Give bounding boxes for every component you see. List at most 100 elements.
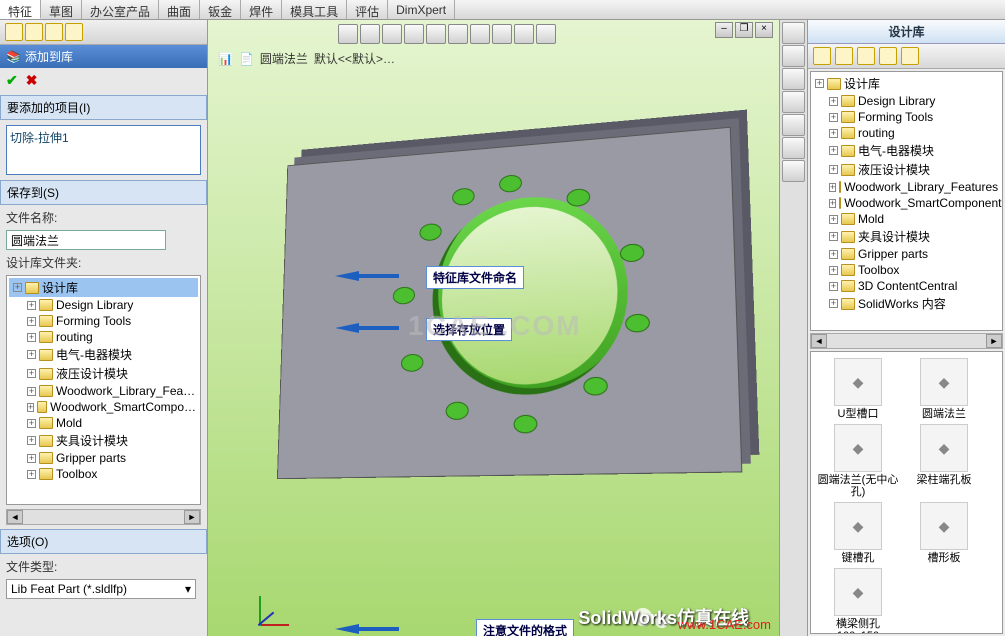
scroll-right-button[interactable]: ►: [184, 510, 200, 524]
section-view-button[interactable]: [404, 24, 424, 44]
expand-icon[interactable]: +: [829, 299, 838, 308]
expand-icon[interactable]: +: [27, 470, 36, 479]
window-close-button[interactable]: ×: [755, 22, 773, 38]
tree-item[interactable]: +routing: [9, 329, 198, 345]
scene-button[interactable]: [492, 24, 512, 44]
tree-item[interactable]: +Woodwork_Library_Fea…: [9, 383, 198, 399]
window-restore-button[interactable]: ❐: [735, 22, 753, 38]
zoom-area-button[interactable]: [360, 24, 380, 44]
expand-icon[interactable]: +: [829, 282, 838, 291]
tab-sheetmetal[interactable]: 钣金: [200, 0, 241, 19]
library-thumbnail[interactable]: ◆U型槽口: [817, 358, 899, 420]
expand-icon[interactable]: +: [829, 165, 838, 174]
library-thumbnail[interactable]: ◆梁柱端孔板: [903, 424, 985, 498]
expand-icon[interactable]: +: [13, 283, 22, 292]
expand-icon[interactable]: +: [27, 301, 36, 310]
tree-item[interactable]: +夹具设计模块: [9, 431, 198, 450]
tree-item[interactable]: +Forming Tools: [9, 313, 198, 329]
expand-icon[interactable]: +: [27, 454, 36, 463]
filetype-combo[interactable]: Lib Feat Part (*.sldlfp) ▾: [6, 579, 196, 599]
tree-item[interactable]: +液压设计模块: [813, 160, 1000, 179]
taskpane-appearances[interactable]: [782, 114, 805, 136]
folder-tree[interactable]: +设计库+Design Library+Forming Tools+routin…: [6, 275, 201, 505]
expand-icon[interactable]: +: [27, 317, 36, 326]
expand-icon[interactable]: +: [27, 333, 36, 342]
tree-item[interactable]: +Gripper parts: [9, 450, 198, 466]
cancel-button[interactable]: ✖: [26, 72, 38, 89]
breadcrumb[interactable]: 📊 📄 圆端法兰 默认<<默认>…: [218, 50, 395, 67]
pm-tab-2[interactable]: [25, 23, 43, 41]
tree-item[interactable]: +夹具设计模块: [813, 227, 1000, 246]
tab-features[interactable]: 特征: [0, 0, 41, 19]
tree-item[interactable]: +Woodwork_SmartCompo…: [9, 399, 198, 415]
dl-back-button[interactable]: [813, 47, 831, 65]
pm-tab-1[interactable]: [5, 23, 23, 41]
tree-item[interactable]: +Mold: [9, 415, 198, 431]
zoom-fit-button[interactable]: [338, 24, 358, 44]
expand-icon[interactable]: +: [829, 146, 838, 155]
expand-icon[interactable]: +: [829, 266, 838, 275]
tree-item[interactable]: +3D ContentCentral: [813, 278, 1000, 294]
tree-item[interactable]: +Mold: [813, 211, 1000, 227]
appearance-button[interactable]: [514, 24, 534, 44]
pm-tab-3[interactable]: [45, 23, 63, 41]
expand-icon[interactable]: +: [27, 403, 34, 412]
items-selection-box[interactable]: 切除-拉伸1: [6, 125, 201, 175]
tree-item[interactable]: +电气-电器模块: [813, 141, 1000, 160]
library-thumbnail[interactable]: ◆圆端法兰: [903, 358, 985, 420]
section-items[interactable]: 要添加的项目(I): [0, 95, 207, 120]
tree-item[interactable]: +routing: [813, 125, 1000, 141]
scroll-left-button[interactable]: ◄: [7, 510, 23, 524]
tree-item[interactable]: +电气-电器模块: [9, 345, 198, 364]
tree-item[interactable]: +Toolbox: [813, 262, 1000, 278]
window-minimize-button[interactable]: –: [715, 22, 733, 38]
taskpane-view-palette[interactable]: [782, 91, 805, 113]
library-thumbnail[interactable]: ◆圆端法兰(无中心孔): [817, 424, 899, 498]
view-orientation-button[interactable]: [426, 24, 446, 44]
taskpane-properties[interactable]: [782, 137, 805, 159]
tab-weldments[interactable]: 焊件: [241, 0, 282, 19]
tree-item[interactable]: +Gripper parts: [813, 246, 1000, 262]
scroll-right-button[interactable]: ►: [986, 334, 1002, 348]
taskpane-resources[interactable]: [782, 22, 805, 44]
ok-button[interactable]: ✔: [6, 72, 18, 89]
filename-input[interactable]: [6, 230, 166, 250]
taskpane-forum[interactable]: [782, 160, 805, 182]
expand-icon[interactable]: +: [829, 97, 838, 106]
dl-forward-button[interactable]: [835, 47, 853, 65]
library-thumbnail[interactable]: ◆槽形板: [903, 502, 985, 564]
tab-office[interactable]: 办公室产品: [82, 0, 159, 19]
dl-new-folder-button[interactable]: [879, 47, 897, 65]
expand-icon[interactable]: +: [829, 232, 838, 241]
dl-tree-hscroll[interactable]: ◄ ►: [810, 333, 1003, 349]
tree-item[interactable]: +Design Library: [9, 297, 198, 313]
tab-dimxpert[interactable]: DimXpert: [388, 0, 455, 19]
expand-icon[interactable]: +: [829, 113, 838, 122]
dl-refresh-button[interactable]: [901, 47, 919, 65]
design-library-tree[interactable]: +设计库+Design Library+Forming Tools+routin…: [810, 71, 1003, 331]
expand-icon[interactable]: +: [815, 79, 824, 88]
section-options[interactable]: 选项(O): [0, 529, 207, 554]
tab-surfaces[interactable]: 曲面: [159, 0, 200, 19]
expand-icon[interactable]: +: [829, 129, 838, 138]
expand-icon[interactable]: +: [829, 215, 838, 224]
tree-item[interactable]: +设计库: [813, 74, 1000, 93]
section-saveto[interactable]: 保存到(S): [0, 180, 207, 205]
expand-icon[interactable]: +: [27, 369, 36, 378]
view-settings-button[interactable]: [536, 24, 556, 44]
prev-view-button[interactable]: [382, 24, 402, 44]
tree-item[interactable]: +Design Library: [813, 93, 1000, 109]
tab-evaluate[interactable]: 评估: [347, 0, 388, 19]
tree-item[interactable]: +SolidWorks 内容: [813, 294, 1000, 313]
design-library-thumbnails[interactable]: ◆U型槽口◆圆端法兰◆圆端法兰(无中心孔)◆梁柱端孔板◆键槽孔◆槽形板◆横梁侧孔…: [810, 351, 1003, 634]
expand-icon[interactable]: +: [829, 199, 836, 208]
expand-icon[interactable]: +: [27, 387, 36, 396]
scroll-left-button[interactable]: ◄: [811, 334, 827, 348]
tree-item[interactable]: +Woodwork_Library_Features: [813, 179, 1000, 195]
tree-item[interactable]: +Toolbox: [9, 466, 198, 482]
graphics-viewport[interactable]: – ❐ × 📊 📄 圆端法兰 默认<<默认>…: [208, 20, 779, 636]
tab-sketch[interactable]: 草图: [41, 0, 82, 19]
hide-show-button[interactable]: [470, 24, 490, 44]
tab-moldtools[interactable]: 模具工具: [282, 0, 347, 19]
tree-item[interactable]: +液压设计模块: [9, 364, 198, 383]
